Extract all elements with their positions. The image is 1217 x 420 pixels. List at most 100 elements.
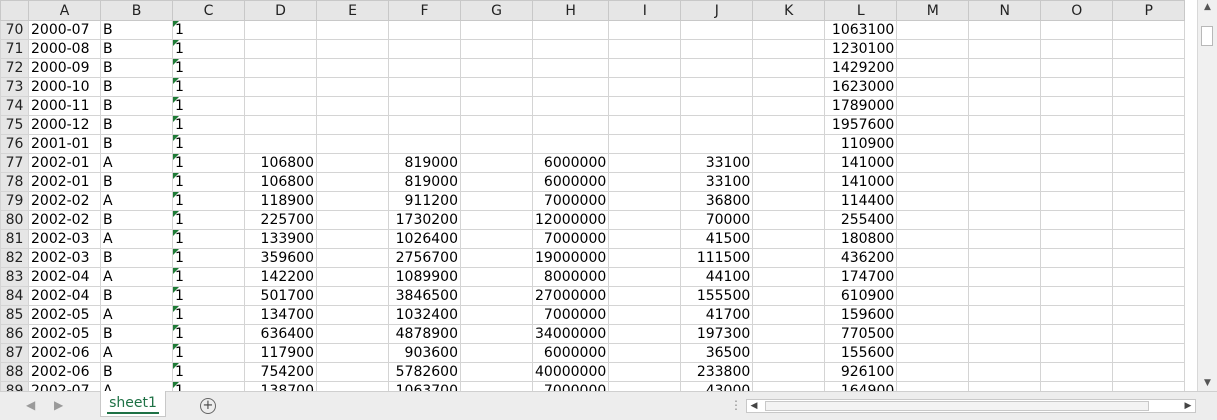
cell-i[interactable]: [608, 286, 682, 306]
cell-p[interactable]: [1112, 20, 1186, 40]
cell-e[interactable]: [316, 324, 389, 344]
cell-o[interactable]: [1040, 362, 1114, 382]
cell-b[interactable]: A: [100, 267, 173, 287]
cell-k[interactable]: [752, 153, 826, 173]
cell-h[interactable]: 7000000: [531, 229, 610, 249]
cell-n[interactable]: [968, 39, 1042, 59]
cell-m[interactable]: [896, 20, 970, 40]
cell-j[interactable]: 233800: [680, 362, 754, 382]
cell-p[interactable]: [1112, 39, 1186, 59]
cell-o[interactable]: [1040, 20, 1114, 40]
cell-j[interactable]: [680, 20, 754, 40]
cell-b[interactable]: B: [100, 172, 173, 192]
cell-f[interactable]: [388, 134, 461, 154]
cell-b[interactable]: B: [100, 115, 173, 135]
cell-g[interactable]: [460, 267, 533, 287]
cell-h[interactable]: 34000000: [531, 324, 610, 344]
cell-b[interactable]: B: [100, 286, 173, 306]
cell-c[interactable]: 1: [172, 305, 245, 325]
cell-l[interactable]: 1623000: [824, 77, 898, 97]
cell-e[interactable]: [316, 39, 389, 59]
arrow-right-icon[interactable]: ▶: [1182, 400, 1194, 412]
cell-j[interactable]: 43000: [680, 381, 754, 391]
cell-b[interactable]: B: [100, 58, 173, 78]
cell-m[interactable]: [896, 115, 970, 135]
cell-m[interactable]: [896, 381, 970, 391]
column-header-j[interactable]: J: [680, 0, 754, 21]
cell-j[interactable]: 41700: [680, 305, 754, 325]
cell-h[interactable]: 27000000: [531, 286, 610, 306]
cell-f[interactable]: 1026400: [388, 229, 461, 249]
cell-o[interactable]: [1040, 172, 1114, 192]
cell-n[interactable]: [968, 229, 1042, 249]
sheet-table[interactable]: ABCDEFGHIJKLMNOP 70 2000-07 B 1 1063100 71 200…: [0, 0, 1186, 391]
cell-f[interactable]: 819000: [388, 172, 461, 192]
cell-n[interactable]: [968, 172, 1042, 192]
column-header-l[interactable]: L: [824, 0, 898, 21]
cell-b[interactable]: B: [100, 20, 173, 40]
cell-g[interactable]: [460, 20, 533, 40]
cell-b[interactable]: B: [100, 324, 173, 344]
cell-m[interactable]: [896, 324, 970, 344]
cell-f[interactable]: [388, 96, 461, 116]
cell-k[interactable]: [752, 248, 826, 268]
cell-k[interactable]: [752, 362, 826, 382]
column-header-g[interactable]: G: [460, 0, 533, 21]
cell-c[interactable]: 1: [172, 153, 245, 173]
cell-l[interactable]: 436200: [824, 248, 898, 268]
cell-i[interactable]: [608, 20, 682, 40]
cell-g[interactable]: [460, 210, 533, 230]
cell-c[interactable]: 1: [172, 248, 245, 268]
cell-i[interactable]: [608, 305, 682, 325]
cell-p[interactable]: [1112, 153, 1186, 173]
cell-h[interactable]: 40000000: [531, 362, 610, 382]
cell-g[interactable]: [460, 362, 533, 382]
cell-i[interactable]: [608, 39, 682, 59]
column-header-a[interactable]: A: [28, 0, 101, 21]
cell-i[interactable]: [608, 324, 682, 344]
cell-m[interactable]: [896, 96, 970, 116]
cell-e[interactable]: [316, 153, 389, 173]
cell-d[interactable]: [244, 115, 317, 135]
cell-p[interactable]: [1112, 229, 1186, 249]
cell-c[interactable]: 1: [172, 77, 245, 97]
cell-d[interactable]: 225700: [244, 210, 317, 230]
cell-k[interactable]: [752, 58, 826, 78]
cell-m[interactable]: [896, 210, 970, 230]
cell-a[interactable]: 2002-07: [28, 381, 101, 391]
plus-circle-icon[interactable]: +: [200, 398, 216, 414]
cell-i[interactable]: [608, 153, 682, 173]
cell-b[interactable]: A: [100, 343, 173, 363]
cell-g[interactable]: [460, 77, 533, 97]
row-header[interactable]: 88: [0, 362, 29, 382]
cell-g[interactable]: [460, 248, 533, 268]
cell-m[interactable]: [896, 362, 970, 382]
cell-o[interactable]: [1040, 77, 1114, 97]
cell-n[interactable]: [968, 362, 1042, 382]
cell-p[interactable]: [1112, 248, 1186, 268]
cell-c[interactable]: 1: [172, 20, 245, 40]
cell-k[interactable]: [752, 267, 826, 287]
row-header[interactable]: 80: [0, 210, 29, 230]
cell-e[interactable]: [316, 115, 389, 135]
cell-d[interactable]: 118900: [244, 191, 317, 211]
arrow-down-icon[interactable]: ▼: [1202, 378, 1213, 388]
cell-d[interactable]: 133900: [244, 229, 317, 249]
cell-d[interactable]: 359600: [244, 248, 317, 268]
cell-i[interactable]: [608, 77, 682, 97]
cell-h[interactable]: 7000000: [531, 305, 610, 325]
cell-j[interactable]: 197300: [680, 324, 754, 344]
cell-f[interactable]: [388, 58, 461, 78]
cell-h[interactable]: [531, 96, 610, 116]
cell-o[interactable]: [1040, 343, 1114, 363]
cell-d[interactable]: 138700: [244, 381, 317, 391]
cell-l[interactable]: 1957600: [824, 115, 898, 135]
cell-l[interactable]: 180800: [824, 229, 898, 249]
cell-e[interactable]: [316, 267, 389, 287]
column-header-m[interactable]: M: [896, 0, 970, 21]
cell-b[interactable]: B: [100, 362, 173, 382]
cell-g[interactable]: [460, 229, 533, 249]
cell-i[interactable]: [608, 362, 682, 382]
cell-e[interactable]: [316, 248, 389, 268]
cell-n[interactable]: [968, 191, 1042, 211]
